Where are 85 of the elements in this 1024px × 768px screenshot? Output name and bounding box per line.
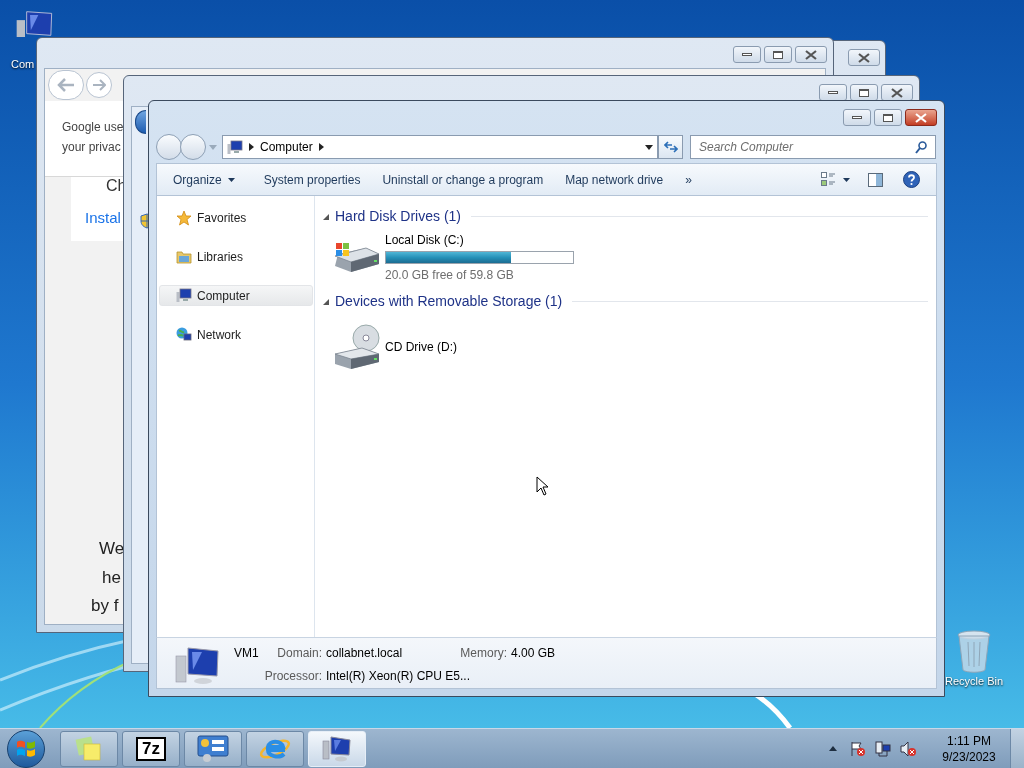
banner-text: your privac: [62, 139, 121, 155]
close-icon: [858, 52, 870, 63]
field-value: 4.00 GB: [510, 646, 556, 662]
close-icon: [805, 49, 817, 60]
install-link[interactable]: Instal: [85, 208, 121, 228]
minimize-button[interactable]: [843, 109, 871, 126]
free-space-text: 20.0 GB free of 59.8 GB: [385, 266, 515, 284]
computer-icon: [322, 734, 352, 763]
breadcrumb[interactable]: Computer: [260, 138, 313, 156]
clock-date[interactable]: 9/23/2023: [942, 748, 996, 765]
banner-text: Google use: [62, 119, 124, 135]
refresh-button[interactable]: [658, 135, 683, 159]
toolbar-command[interactable]: Uninstall or change a program: [371, 167, 555, 192]
field-value: Intel(R) Xeon(R) CPU E5...: [325, 668, 472, 685]
close-button[interactable]: [905, 109, 937, 126]
network-icon: [176, 327, 192, 342]
address-bar[interactable]: Computer: [222, 135, 658, 159]
nav-item[interactable]: Computer: [159, 285, 313, 306]
body-text: he: [102, 567, 121, 589]
arrow-left-icon: [57, 78, 75, 92]
drive-name[interactable]: Local Disk (C:): [385, 230, 574, 249]
taskbar-button[interactable]: 7z: [122, 730, 180, 767]
collapse-triangle-icon[interactable]: [323, 298, 329, 305]
show-desktop-button[interactable]: [1010, 728, 1024, 768]
taskbar-button[interactable]: [184, 730, 242, 767]
search-field[interactable]: Search Computer: [690, 135, 936, 159]
nav-item[interactable]: Network: [159, 324, 313, 345]
speaker-muted-icon[interactable]: [900, 740, 916, 757]
close-button[interactable]: [848, 49, 880, 66]
notes-icon: [75, 735, 103, 762]
dropdown-arrow-icon[interactable]: [645, 144, 653, 150]
archiver-icon: 7z: [136, 736, 166, 761]
body-text: by f: [91, 595, 119, 617]
windows-logo-icon: [16, 738, 36, 759]
maximize-button[interactable]: [874, 109, 902, 126]
computer-icon: [15, 10, 55, 37]
field-label: Processor:: [264, 668, 322, 685]
flag-warning-icon[interactable]: [850, 740, 866, 757]
recycle-bin-icon: [956, 630, 993, 674]
search-input[interactable]: Search Computer: [699, 138, 915, 156]
close-icon: [891, 87, 903, 98]
control-panel-icon: [197, 734, 229, 763]
computer-icon: [176, 288, 192, 303]
toolbar-command[interactable]: System properties: [252, 167, 372, 192]
computer-name: VM1: [234, 646, 260, 662]
minimize-button[interactable]: [733, 46, 761, 63]
cd-drive-icon: [332, 324, 380, 370]
caret-icon: [843, 177, 850, 182]
help-icon[interactable]: [903, 171, 920, 188]
field-label: Domain:: [276, 646, 322, 662]
field-value: collabnet.local: [325, 646, 404, 662]
folder-icon: [176, 249, 192, 264]
organize-menu[interactable]: Organize: [173, 167, 253, 192]
show-hidden-icons-icon[interactable]: [829, 746, 837, 751]
arrow-right-icon: [92, 79, 106, 91]
close-icon: [915, 112, 927, 123]
clock-time[interactable]: 1:11 PM: [947, 732, 991, 749]
body-text: We: [99, 538, 125, 560]
group-heading[interactable]: Hard Disk Drives (1): [335, 206, 461, 227]
field-label: Memory:: [459, 646, 507, 662]
maximize-button[interactable]: [764, 46, 792, 63]
computer-icon: [227, 139, 243, 155]
chevron-right-icon: [318, 143, 324, 151]
toolbar-command[interactable]: Map network drive: [554, 167, 675, 192]
desktop-icon-label[interactable]: Com: [11, 57, 35, 71]
collapse-triangle-icon[interactable]: [323, 213, 329, 220]
close-button[interactable]: [795, 46, 827, 63]
back-button[interactable]: [135, 110, 146, 134]
more-commands-button[interactable]: »: [674, 167, 703, 192]
view-list-icon: [821, 172, 836, 187]
start-button[interactable]: [7, 729, 45, 768]
chevron-right-icon: [249, 143, 254, 151]
preview-pane-icon[interactable]: [868, 172, 883, 187]
hard-drive-icon: [332, 240, 380, 274]
group-heading[interactable]: Devices with Removable Storage (1): [335, 291, 563, 312]
view-options-button[interactable]: [821, 172, 850, 187]
network-icon[interactable]: [875, 740, 891, 757]
refresh-arrows-icon: [663, 141, 678, 153]
star-icon: [176, 209, 192, 226]
nav-item[interactable]: Favorites: [159, 207, 313, 228]
drive-name[interactable]: CD Drive (D:): [385, 338, 457, 356]
computer-icon: [174, 646, 220, 686]
mouse-pointer-icon: [536, 476, 549, 496]
search-icon[interactable]: [915, 140, 927, 154]
nav-item[interactable]: Libraries: [159, 246, 313, 267]
